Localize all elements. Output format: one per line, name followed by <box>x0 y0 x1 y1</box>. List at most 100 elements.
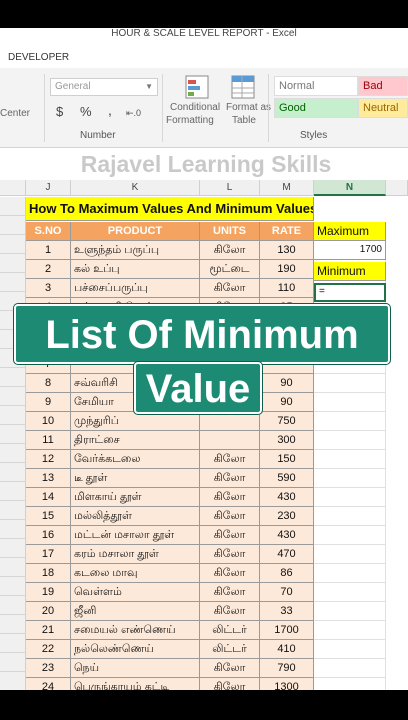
active-cell[interactable]: = <box>314 283 386 302</box>
table-cell[interactable]: 190 <box>260 260 314 279</box>
comma-button[interactable]: , <box>108 102 112 118</box>
cell-n[interactable] <box>314 564 386 583</box>
table-cell[interactable]: 10 <box>26 412 71 431</box>
table-cell[interactable]: 590 <box>260 469 314 488</box>
cell-n[interactable] <box>314 640 386 659</box>
table-cell[interactable]: மட்டன் மசாலா தூள் <box>71 526 200 545</box>
table-cell[interactable]: 18 <box>26 564 71 583</box>
column-header-k[interactable]: K <box>71 180 200 196</box>
style-normal[interactable]: Normal <box>274 76 358 96</box>
select-all-corner[interactable] <box>0 180 26 196</box>
column-header-m[interactable]: M <box>260 180 314 196</box>
table-cell[interactable]: 430 <box>260 526 314 545</box>
maximum-label[interactable]: Maximum <box>314 222 386 241</box>
table-cell[interactable]: கிலோ <box>200 545 260 564</box>
row-header[interactable] <box>0 444 26 463</box>
row-header[interactable] <box>0 425 26 444</box>
table-cell[interactable]: டீ தூள் <box>71 469 200 488</box>
table-cell[interactable]: மூட்டை <box>200 260 260 279</box>
row-header[interactable] <box>0 406 26 425</box>
row-header[interactable] <box>0 463 26 482</box>
table-cell[interactable] <box>200 412 260 431</box>
table-cell[interactable]: கரம் மசாலா தூள் <box>71 545 200 564</box>
row-header[interactable] <box>0 216 26 235</box>
row-header[interactable] <box>0 482 26 501</box>
table-cell[interactable]: மல்லித்தூள் <box>71 507 200 526</box>
table-cell[interactable]: 90 <box>260 374 314 393</box>
table-cell[interactable]: லிட்டர் <box>200 640 260 659</box>
row-header[interactable] <box>0 368 26 387</box>
cell-n[interactable] <box>314 393 386 412</box>
table-cell[interactable]: 1700 <box>260 621 314 640</box>
table-cell[interactable]: 86 <box>260 564 314 583</box>
number-format-dropdown[interactable]: General ▼ <box>50 78 158 96</box>
table-cell[interactable]: 230 <box>260 507 314 526</box>
table-cell[interactable]: 33 <box>260 602 314 621</box>
table-cell[interactable]: 23 <box>26 659 71 678</box>
cell-n[interactable] <box>314 469 386 488</box>
table-cell[interactable]: கிலோ <box>200 450 260 469</box>
currency-button[interactable]: $ <box>56 104 63 119</box>
cell-n[interactable] <box>314 507 386 526</box>
table-cell[interactable]: 12 <box>26 450 71 469</box>
table-cell[interactable]: 19 <box>26 583 71 602</box>
column-header-n[interactable]: N <box>314 180 386 196</box>
table-cell[interactable] <box>200 431 260 450</box>
table-cell[interactable]: கிலோ <box>200 564 260 583</box>
maximum-value[interactable]: 1700 <box>314 241 386 260</box>
cell-n[interactable] <box>314 450 386 469</box>
table-cell[interactable]: 20 <box>26 602 71 621</box>
table-cell[interactable]: 15 <box>26 507 71 526</box>
column-header-o[interactable] <box>386 180 408 196</box>
table-cell[interactable]: 9 <box>26 393 71 412</box>
row-header[interactable] <box>0 672 26 691</box>
table-cell[interactable]: கிலோ <box>200 602 260 621</box>
table-cell[interactable]: கிலோ <box>200 241 260 260</box>
cell-n[interactable] <box>314 488 386 507</box>
table-cell[interactable]: 8 <box>26 374 71 393</box>
table-cell[interactable]: கிலோ <box>200 279 260 298</box>
style-bad[interactable]: Bad <box>358 76 408 96</box>
table-cell[interactable]: கடலை மாவு <box>71 564 200 583</box>
conditional-formatting-button-line2[interactable]: Formatting <box>166 115 214 126</box>
table-cell[interactable]: 130 <box>260 241 314 260</box>
row-header[interactable] <box>0 387 26 406</box>
minimum-label[interactable]: Minimum <box>314 262 386 281</box>
cell-n[interactable] <box>314 659 386 678</box>
cell-n[interactable] <box>314 545 386 564</box>
table-cell[interactable]: கிலோ <box>200 488 260 507</box>
center-label[interactable]: Center <box>0 108 30 119</box>
table-cell[interactable]: 2 <box>26 260 71 279</box>
row-header[interactable] <box>0 558 26 577</box>
table-cell[interactable]: 90 <box>260 393 314 412</box>
table-cell[interactable]: திராட்சை <box>71 431 200 450</box>
row-header[interactable] <box>0 539 26 558</box>
table-cell[interactable]: கிலோ <box>200 526 260 545</box>
table-cell[interactable]: கிலோ <box>200 659 260 678</box>
style-good[interactable]: Good <box>274 98 358 118</box>
row-header[interactable] <box>0 653 26 672</box>
table-cell[interactable]: 430 <box>260 488 314 507</box>
cell-n[interactable] <box>314 526 386 545</box>
row-header[interactable] <box>0 501 26 520</box>
table-cell[interactable]: 21 <box>26 621 71 640</box>
format-as-table-button-line2[interactable]: Table <box>232 115 256 126</box>
table-cell[interactable]: 1 <box>26 241 71 260</box>
row-header[interactable] <box>0 634 26 653</box>
row-header[interactable] <box>0 596 26 615</box>
row-header[interactable] <box>0 520 26 539</box>
table-cell[interactable]: 70 <box>260 583 314 602</box>
table-cell[interactable]: கிலோ <box>200 469 260 488</box>
table-cell[interactable]: கல் உப்பு <box>71 260 200 279</box>
cell-n[interactable] <box>314 583 386 602</box>
table-cell[interactable]: 16 <box>26 526 71 545</box>
percent-button[interactable]: % <box>80 104 92 119</box>
table-cell[interactable]: 750 <box>260 412 314 431</box>
cell-n[interactable] <box>314 431 386 450</box>
table-cell[interactable]: 410 <box>260 640 314 659</box>
table-cell[interactable]: லிட்டர் <box>200 621 260 640</box>
table-cell[interactable]: ஜீனி <box>71 602 200 621</box>
table-cell[interactable]: 11 <box>26 431 71 450</box>
table-cell[interactable]: மிளகாய் தூள் <box>71 488 200 507</box>
table-cell[interactable]: 14 <box>26 488 71 507</box>
